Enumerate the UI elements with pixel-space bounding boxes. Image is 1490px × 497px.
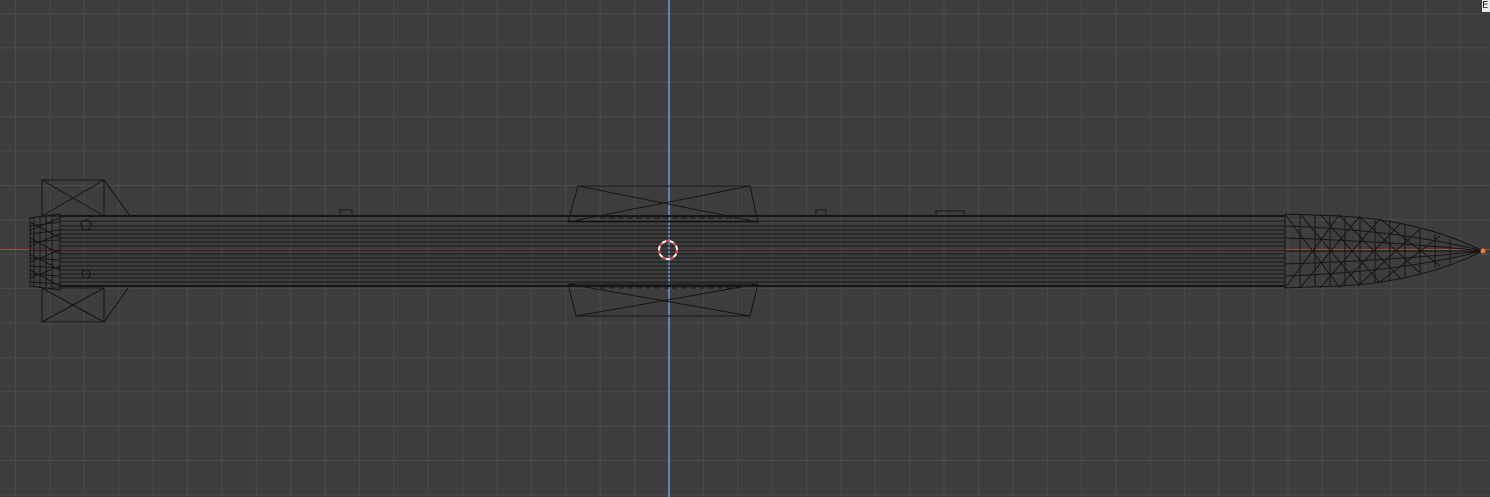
- nose-cone: [1284, 213, 1485, 289]
- body-hull-lines: [60, 214, 1286, 288]
- rocket-wireframe-model[interactable]: [0, 0, 1490, 497]
- origin-marker-icon: [1480, 248, 1486, 254]
- mid-wings: [567, 185, 759, 317]
- viewport-corner-label: E: [1482, 0, 1490, 12]
- 3d-viewport[interactable]: E: [0, 0, 1490, 497]
- tail-engine-section: [29, 213, 92, 291]
